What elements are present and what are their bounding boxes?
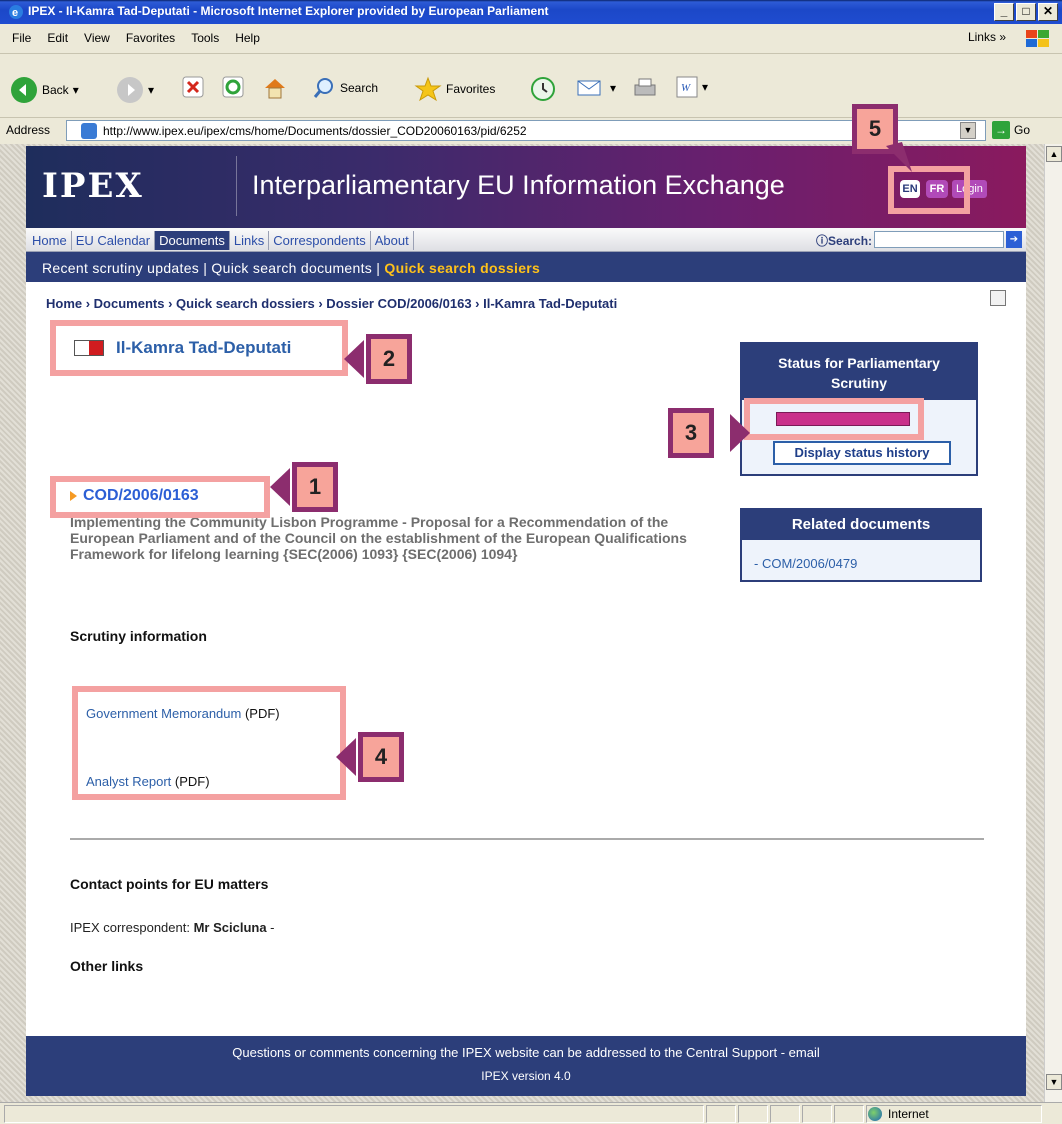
- callout-3: 3: [668, 408, 752, 458]
- header-divider: [236, 156, 237, 216]
- search-input[interactable]: [874, 231, 1004, 248]
- back-button[interactable]: Back ▾: [10, 76, 79, 104]
- favorites-button[interactable]: Favorites: [414, 76, 495, 102]
- contact-heading: Contact points for EU matters: [70, 876, 269, 892]
- history-icon: [531, 77, 555, 101]
- related-documents-box: Related documents - COM/2006/0479: [740, 508, 982, 582]
- stop-button[interactable]: [182, 76, 204, 98]
- footer-contact-text: Questions or comments concerning the IPE…: [232, 1045, 820, 1060]
- subnav-quick-search-dossiers[interactable]: Quick search dossiers: [384, 260, 540, 276]
- go-arrow-icon: →: [992, 121, 1010, 139]
- ie-icon: e: [8, 4, 24, 20]
- page-icon: [81, 123, 97, 139]
- back-arrow-icon: [11, 77, 37, 103]
- address-input[interactable]: http://www.ipex.eu/ipex/cms/home/Documen…: [66, 120, 986, 141]
- home-icon: [265, 79, 285, 99]
- svg-text:e: e: [12, 7, 18, 19]
- scroll-down-icon[interactable]: ▼: [1046, 1074, 1062, 1090]
- home-button[interactable]: [262, 76, 288, 100]
- security-zone: Internet: [868, 1107, 929, 1121]
- site-footer: Questions or comments concerning the IPE…: [26, 1036, 1026, 1096]
- menu-view[interactable]: View: [76, 31, 118, 45]
- search-icon: [313, 78, 333, 98]
- windows-logo-icon: [1024, 28, 1052, 50]
- printer-icon: [634, 78, 656, 96]
- sub-nav: Recent scrutiny updates | Quick search d…: [26, 252, 1026, 282]
- related-doc-link[interactable]: COM/2006/0479: [762, 556, 857, 571]
- breadcrumb[interactable]: Home › Documents › Quick search dossiers…: [46, 296, 617, 311]
- menu-tools[interactable]: Tools: [183, 31, 227, 45]
- edit-button[interactable]: W ▾: [676, 76, 708, 98]
- highlight-status-bar: [744, 398, 924, 440]
- refresh-icon: [222, 76, 244, 98]
- window-title: IPEX - Il-Kamra Tad-Deputati - Microsoft…: [28, 4, 549, 18]
- menu-help[interactable]: Help: [227, 31, 268, 45]
- stop-icon: [182, 76, 204, 98]
- search-label: ⓘSearch:: [816, 234, 873, 248]
- globe-icon: [868, 1107, 882, 1121]
- close-button[interactable]: ✕: [1038, 3, 1058, 21]
- tab-links[interactable]: Links: [230, 231, 270, 250]
- mail-icon: [577, 80, 601, 96]
- dossier-description: Implementing the Community Lisbon Progra…: [70, 514, 687, 562]
- vertical-scrollbar[interactable]: ▲ ▼: [1044, 144, 1062, 1102]
- minimize-button[interactable]: _: [994, 3, 1014, 21]
- history-button[interactable]: [530, 76, 556, 102]
- callout-1: 1: [268, 462, 352, 512]
- print-page-icon[interactable]: [990, 290, 1006, 306]
- word-icon: W: [676, 76, 698, 98]
- search-go-icon[interactable]: ➔: [1006, 231, 1022, 248]
- display-status-history-button[interactable]: Display status history: [773, 441, 951, 465]
- menu-edit[interactable]: Edit: [39, 31, 76, 45]
- mail-button[interactable]: ▾: [576, 76, 616, 100]
- go-button[interactable]: → Go: [992, 121, 1030, 139]
- links-menu[interactable]: Links »: [968, 30, 1006, 44]
- tab-correspondents[interactable]: Correspondents: [269, 231, 371, 250]
- svg-text:W: W: [681, 82, 691, 94]
- window-titlebar: e IPEX - Il-Kamra Tad-Deputati - Microso…: [0, 0, 1062, 24]
- scrutiny-heading: Scrutiny information: [70, 628, 207, 644]
- address-label: Address: [6, 123, 51, 137]
- highlight-dossier-ref: [50, 476, 270, 518]
- callout-5: 5: [852, 104, 912, 174]
- status-heading-line2: Scrutiny: [830, 375, 887, 391]
- page-content: [26, 146, 1026, 1096]
- correspondent-name[interactable]: Mr Scicluna: [194, 920, 267, 935]
- subnav-quick-search-documents[interactable]: Quick search documents: [211, 260, 372, 276]
- refresh-button[interactable]: [222, 76, 244, 98]
- tab-eu-calendar[interactable]: EU Calendar: [72, 231, 156, 250]
- status-heading-line1: Status for Parliamentary: [778, 355, 940, 371]
- search-button[interactable]: Search: [312, 76, 378, 100]
- site-title: Interparliamentary EU Information Exchan…: [252, 170, 785, 200]
- browser-status-bar: Internet: [0, 1102, 1062, 1124]
- scroll-up-icon[interactable]: ▲: [1046, 146, 1062, 162]
- maximize-button[interactable]: □: [1016, 3, 1036, 21]
- callout-2: 2: [342, 334, 426, 384]
- related-item: - COM/2006/0479: [754, 556, 858, 571]
- other-links-heading: Other links: [70, 958, 144, 974]
- address-dropdown-icon[interactable]: ▼: [960, 122, 976, 139]
- highlight-parliament-name: [50, 320, 348, 376]
- section-divider: [70, 838, 984, 840]
- footer-version: IPEX version 4.0: [481, 1069, 571, 1083]
- tab-documents[interactable]: Documents: [155, 231, 230, 250]
- forward-arrow-icon: [117, 77, 143, 103]
- callout-4: 4: [334, 732, 418, 782]
- ipex-logo[interactable]: IPEX: [42, 166, 144, 206]
- main-nav: Home EU Calendar Documents Links Corresp…: [26, 228, 1026, 252]
- subnav-recent-scrutiny[interactable]: Recent scrutiny updates: [42, 260, 199, 276]
- tab-about[interactable]: About: [371, 231, 414, 250]
- forward-button[interactable]: ▾: [116, 76, 154, 104]
- correspondent-line: IPEX correspondent: Mr Scicluna -: [70, 920, 275, 935]
- menu-bar: File Edit View Favorites Tools Help Link…: [0, 24, 1062, 54]
- menu-file[interactable]: File: [4, 31, 39, 45]
- highlight-scrutiny-documents: [72, 686, 346, 800]
- menu-favorites[interactable]: Favorites: [118, 31, 183, 45]
- tab-home[interactable]: Home: [28, 231, 72, 250]
- related-heading: Related documents: [742, 510, 980, 540]
- favorites-star-icon: [414, 76, 442, 102]
- print-button[interactable]: [632, 76, 658, 100]
